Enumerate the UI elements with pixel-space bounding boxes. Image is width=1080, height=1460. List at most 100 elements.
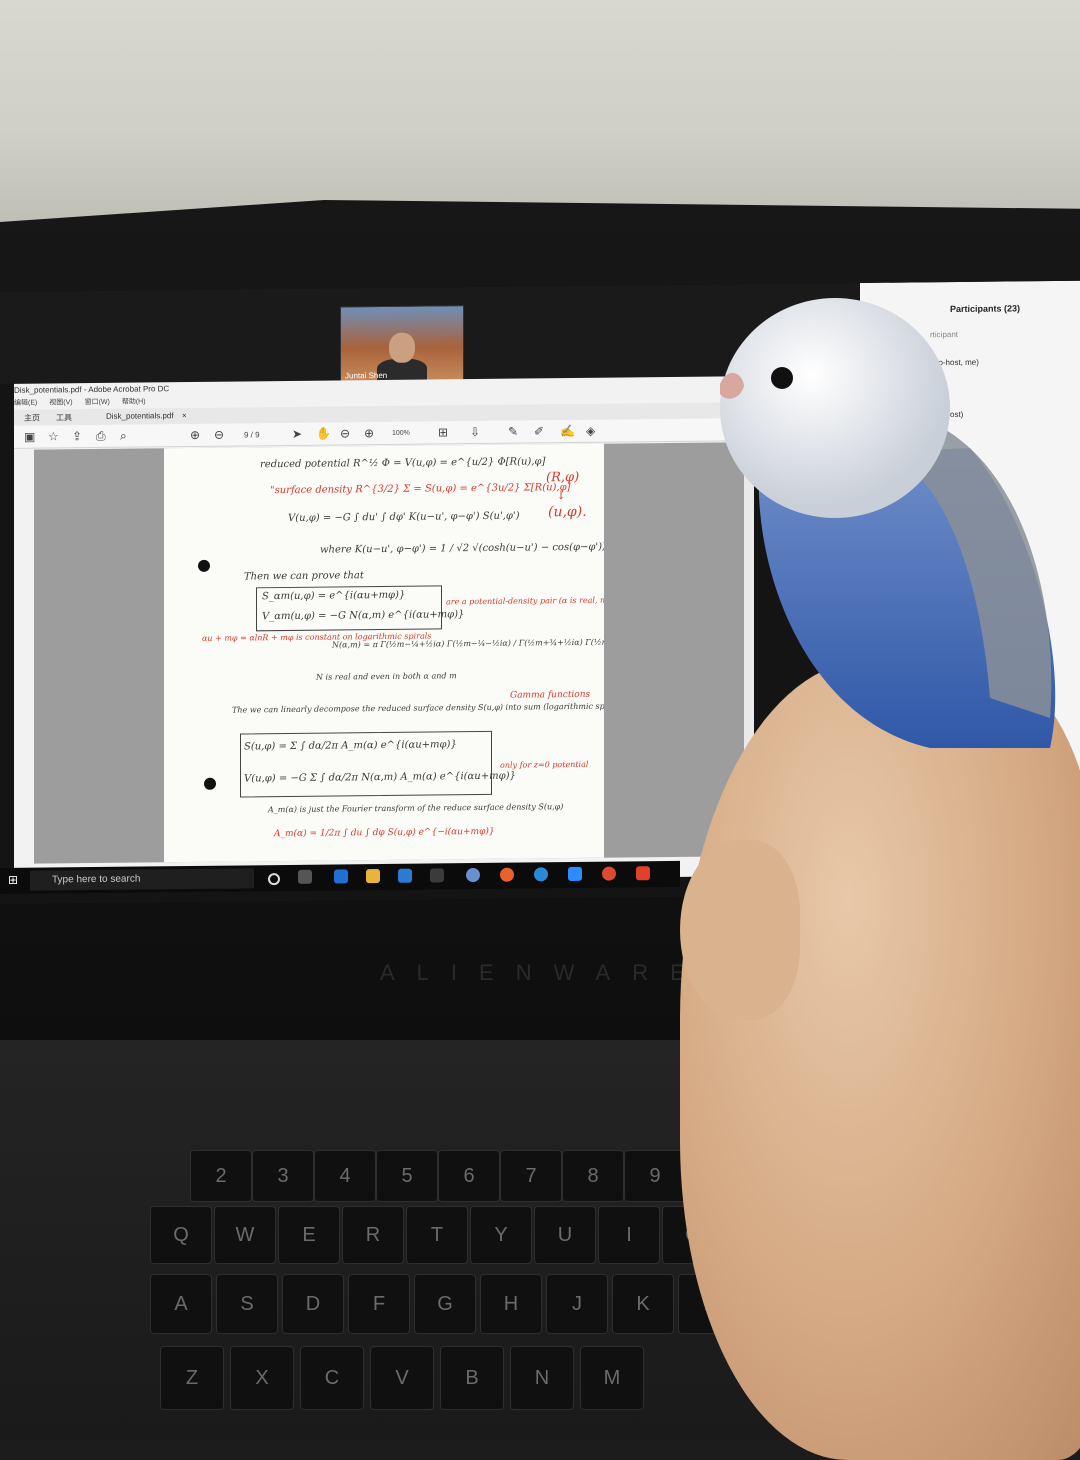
doc-line-13: The we can linearly decompose the reduce… (232, 701, 604, 715)
bookmark-star-icon[interactable]: ☆ (48, 429, 59, 443)
page-up-icon[interactable]: ⊕ (190, 428, 200, 442)
doc-line-12: Gamma functions (510, 689, 591, 701)
search-icon[interactable]: ⌕ (120, 429, 127, 444)
key-a[interactable]: A (150, 1274, 212, 1334)
key-e[interactable]: E (278, 1206, 340, 1264)
highlight-icon[interactable]: ✐ (534, 424, 544, 438)
acrobat-window: Disk_potentials.pdf - Adobe Acrobat Pro … (14, 376, 754, 884)
key-s[interactable]: S (216, 1274, 278, 1334)
finger (680, 840, 800, 1020)
print-icon[interactable]: ⎙ (96, 429, 106, 444)
task-view-icon[interactable] (298, 869, 312, 884)
tab-tools[interactable]: 工具 (56, 412, 72, 423)
doc-line-2: "surface density R^{3/2} Σ = S(u,φ) = e^… (270, 482, 571, 497)
key-c[interactable]: C (300, 1346, 364, 1410)
tag-icon[interactable]: ◈ (586, 424, 595, 438)
doc-line-8: are a potential-density pair (α is real,… (446, 595, 604, 607)
app-icon[interactable] (466, 867, 480, 883)
ie-icon[interactable] (534, 867, 548, 882)
key-u[interactable]: U (534, 1206, 596, 1264)
key-7[interactable]: 7 (500, 1150, 562, 1202)
menu-view[interactable]: 视图(V) (49, 397, 72, 407)
key-b[interactable]: B (440, 1346, 504, 1410)
key-m[interactable]: M (580, 1346, 644, 1410)
key-w[interactable]: W (214, 1206, 276, 1264)
fit-page-icon[interactable]: ⊞ (438, 425, 448, 439)
key-r[interactable]: R (342, 1206, 404, 1264)
tab-document[interactable]: Disk_potentials.pdf (106, 411, 174, 421)
zoom-icon[interactable] (568, 866, 582, 882)
bird-head (720, 298, 950, 518)
upload-icon[interactable]: ⇪ (72, 429, 82, 443)
key-z[interactable]: Z (160, 1346, 224, 1410)
side-label-rphi: (R,φ) (546, 469, 580, 486)
comment-icon[interactable]: ✎ (508, 425, 518, 439)
page-indicator[interactable]: 9 / 9 (244, 430, 260, 439)
key-t[interactable]: T (406, 1206, 468, 1264)
key-j[interactable]: J (546, 1274, 608, 1334)
bullet-dot (198, 559, 210, 572)
key-8[interactable]: 8 (562, 1150, 624, 1202)
cortana-icon[interactable] (268, 873, 280, 886)
person-head (389, 332, 415, 363)
budgie-bird (720, 298, 1056, 748)
windows-start-icon[interactable]: ⊞ (8, 873, 22, 887)
key-i[interactable]: I (598, 1206, 660, 1264)
key-2[interactable]: 2 (190, 1150, 252, 1202)
key-g[interactable]: G (414, 1274, 476, 1334)
taskbar-search-input[interactable]: Type here to search (30, 868, 254, 891)
edge-icon[interactable] (334, 869, 348, 884)
tab-home[interactable]: 主页 (24, 413, 40, 424)
doc-line-4: where K(u−u', φ−φ') = 1 / √2 √(cosh(u−u'… (320, 541, 604, 556)
chrome-icon[interactable] (602, 866, 616, 881)
video-tile[interactable]: Juntai Shen (340, 305, 464, 383)
key-d[interactable]: D (282, 1274, 344, 1334)
doc-line-7: V_αm(u,φ) = −G N(α,m) e^{i(αu+mφ)} (262, 609, 465, 623)
key-h[interactable]: H (480, 1274, 542, 1334)
side-label-arrow: ↓ (556, 488, 567, 503)
c-app-icon[interactable] (636, 866, 650, 881)
doc-line-3: V(u,φ) = −G ∫ du' ∫ dφ' K(u−u', φ−φ') S(… (288, 510, 520, 524)
video-participant-name: Juntai Shen (345, 370, 388, 381)
hand-tool-icon[interactable]: ✋ (316, 427, 331, 441)
zoom-in-icon[interactable]: ⊕ (364, 426, 374, 440)
key-k[interactable]: K (612, 1274, 674, 1334)
key-f[interactable]: F (348, 1274, 410, 1334)
zoom-out-icon[interactable]: ⊖ (340, 426, 350, 440)
menu-window[interactable]: 窗口(W) (85, 397, 110, 407)
key-5[interactable]: 5 (376, 1150, 438, 1202)
key-x[interactable]: X (230, 1346, 294, 1410)
key-9[interactable]: 9 (624, 1150, 686, 1202)
close-tab-icon[interactable]: × (182, 411, 187, 420)
key-3[interactable]: 3 (252, 1150, 314, 1202)
bullet-dot (204, 777, 216, 790)
sign-icon[interactable]: ✍ (560, 424, 575, 438)
brand-logo-text: ALIENWARE (380, 960, 707, 985)
key-v[interactable]: V (370, 1346, 434, 1410)
save-icon[interactable]: ▣ (24, 430, 35, 444)
key-n[interactable]: N (510, 1346, 574, 1410)
hand (680, 660, 1080, 1460)
file-explorer-icon[interactable] (366, 869, 380, 884)
pdf-page: reduced potential R^½ Φ = V(u,φ) = e^{u/… (164, 443, 604, 863)
page-down-icon[interactable]: ⊖ (214, 428, 224, 442)
document-viewport[interactable]: reduced potential R^½ Φ = V(u,φ) = e^{u/… (34, 442, 744, 864)
doc-line-1: reduced potential R^½ Φ = V(u,φ) = e^{u/… (260, 456, 546, 471)
key-y[interactable]: Y (470, 1206, 532, 1264)
zoom-level[interactable]: 100% (392, 430, 410, 437)
store-icon[interactable] (398, 868, 412, 883)
key-4[interactable]: 4 (314, 1150, 376, 1202)
scroll-mode-icon[interactable]: ⇩ (470, 425, 480, 439)
key-q[interactable]: Q (150, 1206, 212, 1264)
bird-eye (771, 367, 793, 389)
ubuntu-icon[interactable] (500, 867, 514, 882)
menu-help[interactable]: 帮助(H) (122, 396, 146, 406)
app-window-icon[interactable] (430, 868, 444, 883)
doc-line-6: S_αm(u,φ) = e^{i(αu+mφ)} (262, 589, 406, 603)
menu-edit[interactable]: 编辑(E) (14, 398, 37, 408)
key-6[interactable]: 6 (438, 1150, 500, 1202)
doc-line-16: only for z=0 potential (500, 759, 589, 770)
select-pointer-icon[interactable]: ➤ (292, 427, 302, 441)
doc-line-11: N is real and even in both α and m (316, 671, 457, 682)
doc-line-18: A_m(α) = 1/2π ∫ du ∫ dφ S(u,φ) e^{−i(αu+… (274, 826, 495, 840)
